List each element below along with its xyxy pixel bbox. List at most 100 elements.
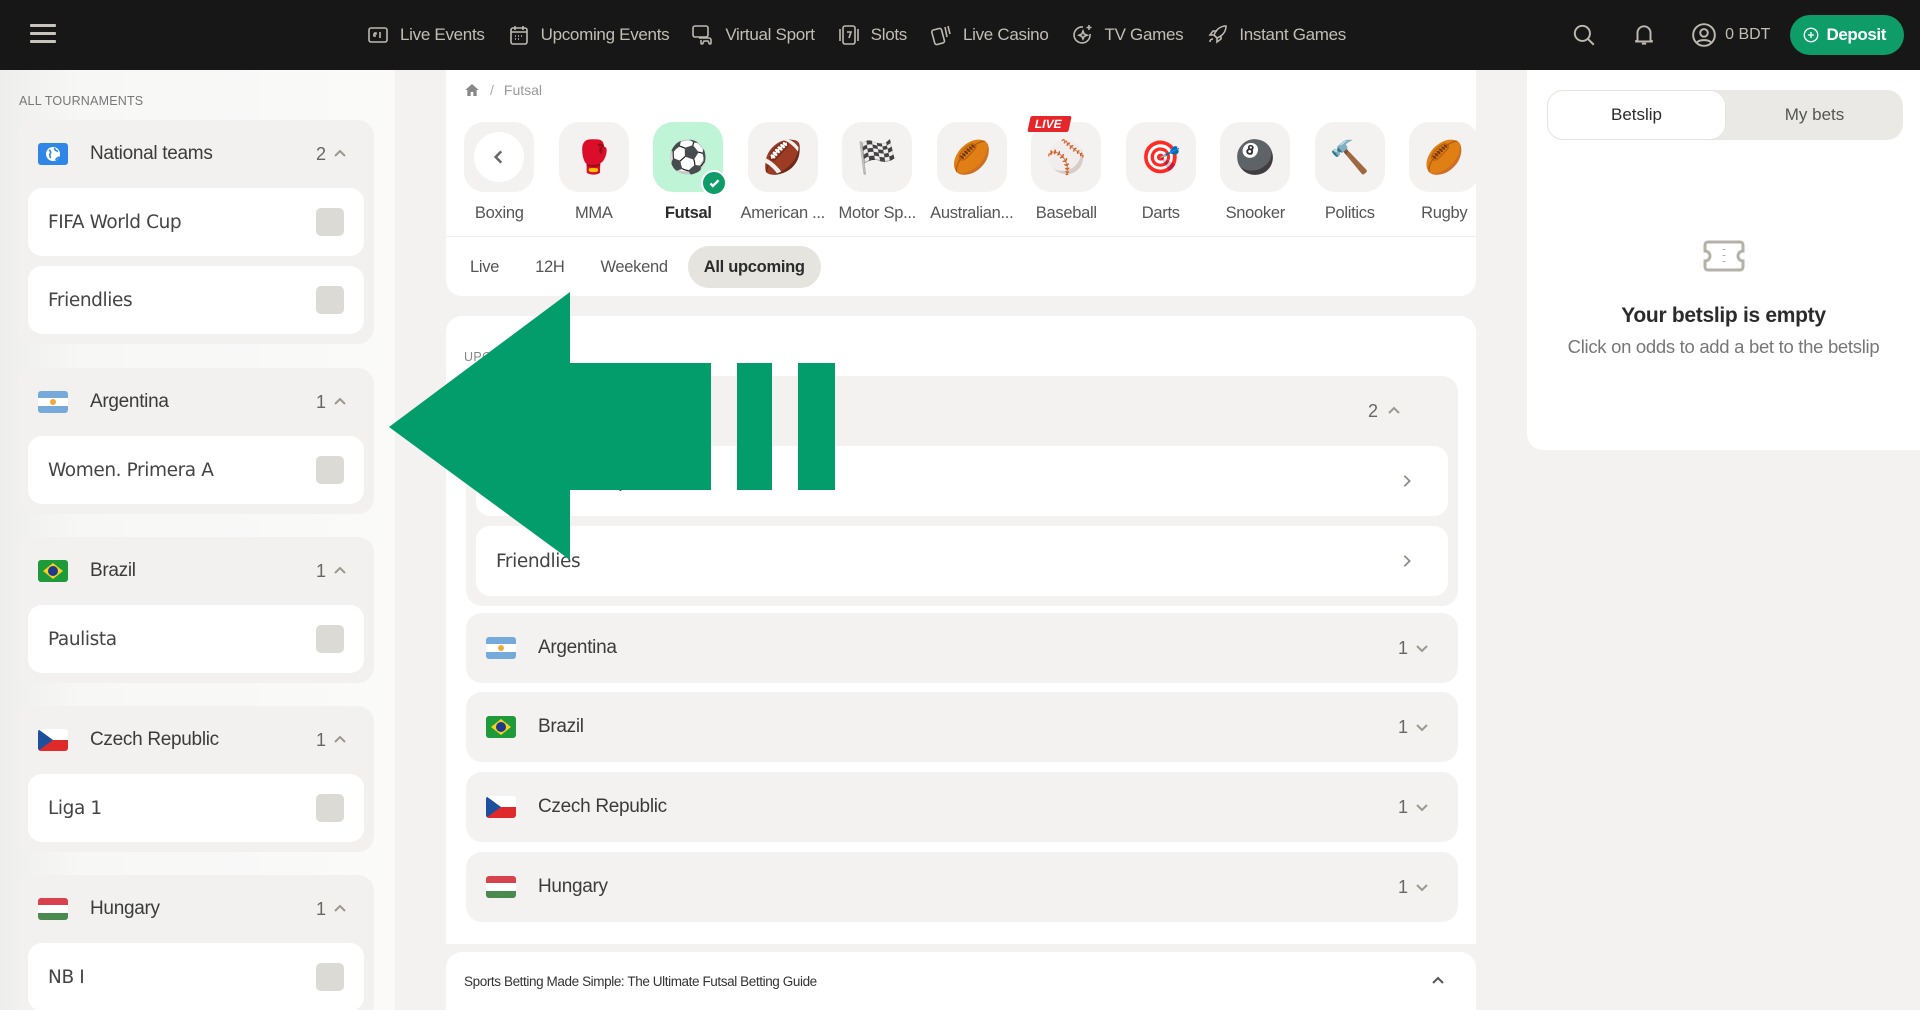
league-checkbox[interactable] <box>316 286 344 314</box>
sport-tile-snooker[interactable]: 🎱 Snooker <box>1208 122 1303 223</box>
betting-guide-accordion[interactable]: Sports Betting Made Simple: The Ultimate… <box>446 952 1476 1010</box>
globe-icon <box>38 143 68 165</box>
tournament-group-header[interactable]: National teams 2 <box>18 120 374 188</box>
tournament-group: Brazil 1 Paulista <box>18 537 374 683</box>
tournament-group-header[interactable]: Czech Republic 1 <box>18 706 374 774</box>
flag-icon <box>38 898 68 920</box>
account-balance[interactable]: 0 BDT <box>1691 22 1770 48</box>
league-name: Friendlies <box>48 289 133 311</box>
header-actions: 0 BDT Deposit <box>1571 0 1904 70</box>
home-icon[interactable] <box>464 82 480 98</box>
chevron-up-icon <box>1430 973 1446 989</box>
league-checkbox[interactable] <box>316 963 344 991</box>
nav-live-events[interactable]: Live Events <box>366 23 485 47</box>
nav-slots[interactable]: Slots <box>837 23 907 47</box>
league-checkbox[interactable] <box>316 625 344 653</box>
nav-virtual-sport[interactable]: Virtual Sport <box>691 23 815 47</box>
sport-icon: ⚾ <box>1046 139 1087 175</box>
league-checkbox[interactable] <box>316 208 344 236</box>
league-name: FIFA World Cup <box>48 211 182 233</box>
filter-tab-weekend[interactable]: Weekend <box>584 246 683 288</box>
league-checkbox[interactable] <box>316 794 344 822</box>
sport-label: Snooker <box>1225 204 1286 222</box>
chevron-down-icon <box>1414 640 1430 656</box>
tab-my-bets[interactable]: My bets <box>1726 90 1903 140</box>
sport-tile-icon: 🏉 <box>936 122 1007 192</box>
filter-tab-12h[interactable]: 12H <box>519 246 580 288</box>
check-icon <box>701 170 728 196</box>
league-name: Paulista <box>48 628 117 650</box>
sport-tile-motor-sp[interactable]: 🏁 Motor Sp... <box>830 122 925 223</box>
carousel-prev-button[interactable] <box>474 132 525 182</box>
league-item[interactable]: FIFA World Cup <box>28 188 364 256</box>
flag-icon <box>38 391 68 413</box>
nav-upcoming-events[interactable]: Upcoming Events <box>507 23 670 47</box>
sport-tile-mma[interactable]: 🥊 MMA <box>547 122 642 223</box>
nav-label: Live Events <box>400 25 485 44</box>
filter-tab-live[interactable]: Live <box>454 246 515 288</box>
nav-tv-games[interactable]: TV Games <box>1071 23 1184 47</box>
league-item[interactable]: Liga 1 <box>28 774 364 842</box>
national-teams-header[interactable]: 2 <box>466 376 1458 446</box>
sport-tile-icon: ⚾ LIVE <box>1027 116 1102 192</box>
sport-label: Futsal <box>664 204 712 222</box>
league-checkbox[interactable] <box>316 456 344 484</box>
filter-tab-all-upcoming[interactable]: All upcoming <box>687 246 821 288</box>
country-row[interactable]: Brazil 1 <box>466 692 1458 762</box>
nav-live-casino[interactable]: Live Casino <box>929 23 1049 47</box>
sport-tile-icon <box>464 122 535 192</box>
event-count: 1 <box>1397 637 1408 658</box>
bell-icon <box>1635 25 1654 45</box>
group-count: 1 <box>315 898 326 919</box>
hamburger-menu-button[interactable] <box>30 24 56 46</box>
tournament-group-header[interactable]: Argentina 1 <box>18 368 374 436</box>
sport-label: MMA <box>574 204 613 222</box>
sport-tile-american[interactable]: 🏈 American ... <box>736 122 831 223</box>
league-row-fifa-world-cup[interactable]: FIFA World Cup <box>476 446 1448 516</box>
league-name: FIFA World Cup <box>496 470 630 492</box>
tournament-group-header[interactable]: Hungary 1 <box>18 875 374 943</box>
country-row[interactable]: Hungary 1 <box>466 852 1458 922</box>
tournament-group-header[interactable]: Brazil 1 <box>18 537 374 605</box>
sport-icon: 🏉 <box>951 139 992 175</box>
sport-tile-politics[interactable]: 🔨 Politics <box>1303 122 1398 223</box>
sport-tile-darts[interactable]: 🎯 Darts <box>1114 122 1209 223</box>
betslip-panel: Betslip My bets Your betslip is empty Cl… <box>1527 70 1920 450</box>
tournament-group: Hungary 1 NB I <box>18 875 374 1010</box>
sport-tile-icon: 🎯 <box>1125 122 1196 192</box>
sport-tile-rugby[interactable]: 🏉 Rugby <box>1397 122 1492 223</box>
chevron-up-icon <box>1386 403 1402 419</box>
event-count: 1 <box>1397 716 1408 737</box>
deposit-button[interactable]: Deposit <box>1790 15 1904 55</box>
league-item[interactable]: Friendlies <box>28 266 364 334</box>
league-item[interactable]: NB I <box>28 943 364 1010</box>
league-item[interactable]: Women. Primera A <box>28 436 364 504</box>
sport-tile-icon: 🥊 <box>558 122 629 192</box>
chevron-up-icon <box>332 563 348 579</box>
country-row[interactable]: Czech Republic 1 <box>466 772 1458 842</box>
event-count: 1 <box>1397 796 1408 817</box>
top-navigation-bar: Live Events Upcoming Events Virtual Spor… <box>0 0 1920 70</box>
sport-tile-australian[interactable]: 🏉 Australian... <box>925 122 1020 223</box>
sport-label: Darts <box>1141 204 1180 222</box>
flag-icon <box>486 796 516 818</box>
search-icon <box>1573 24 1595 46</box>
sport-icon: 🏁 <box>857 139 898 175</box>
league-row-friendlies[interactable]: Friendlies <box>476 526 1448 596</box>
tab-betslip[interactable]: Betslip <box>1547 90 1726 140</box>
nav-instant-games[interactable]: Instant Games <box>1205 23 1346 47</box>
sport-icon: 🔨 <box>1329 139 1370 175</box>
notifications-button[interactable] <box>1631 22 1657 48</box>
deposit-label: Deposit <box>1826 25 1886 44</box>
country-name: Hungary <box>538 876 608 897</box>
league-item[interactable]: Paulista <box>28 605 364 673</box>
country-row[interactable]: Argentina 1 <box>466 613 1458 683</box>
sparkle-icon <box>1072 25 1091 44</box>
nav-label: Slots <box>870 25 908 44</box>
sport-tile-baseball[interactable]: ⚾ LIVE Baseball <box>1019 116 1114 223</box>
national-teams-group: 2 FIFA World Cup Friendlies <box>466 376 1458 606</box>
tournament-group: National teams 2 FIFA World Cup Friendli… <box>18 120 374 344</box>
sport-tile-futsal[interactable]: ⚽ Futsal <box>641 122 736 223</box>
sport-tile-boxing[interactable]: Boxing <box>452 122 547 223</box>
search-button[interactable] <box>1571 22 1597 48</box>
